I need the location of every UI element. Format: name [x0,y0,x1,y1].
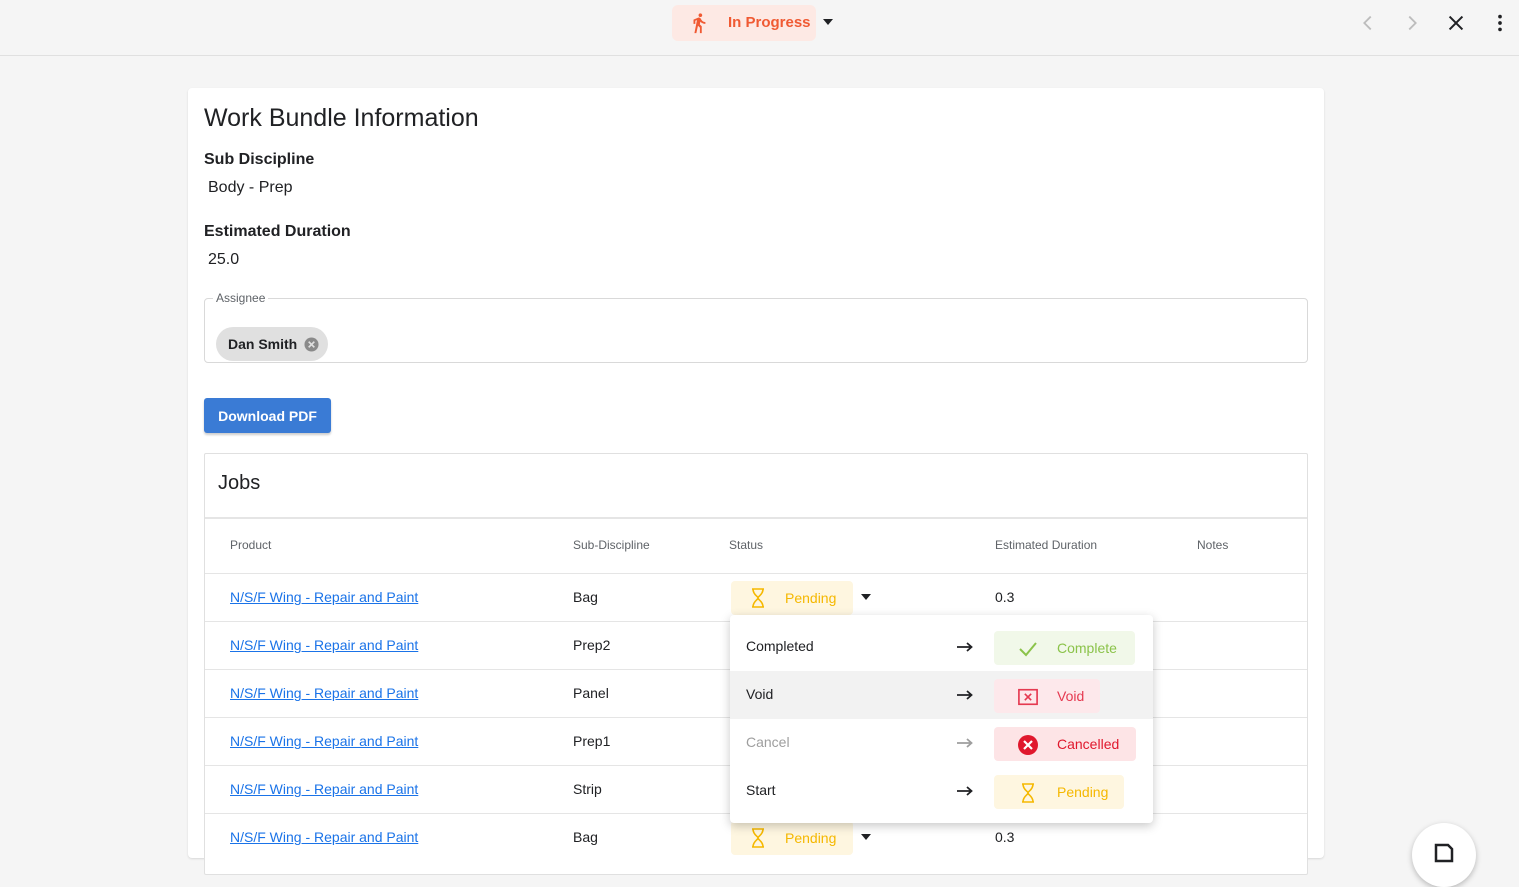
workflow-status-chip[interactable]: In Progress [672,5,816,41]
arrow-right-icon [957,786,973,796]
hourglass-icon [1022,783,1034,803]
product-link[interactable]: N/S/F Wing - Repair and Paint [230,685,418,701]
status-chip-pending[interactable]: Pending [731,581,853,615]
check-icon [1019,642,1037,657]
status-dropdown-icon[interactable] [859,590,873,604]
chevron-left-icon[interactable] [1357,12,1379,34]
target-status-chip: Pending [994,775,1124,809]
chevron-right-icon[interactable] [1401,12,1423,34]
jobs-divider [205,517,1307,519]
product-link[interactable]: N/S/F Wing - Repair and Paint [230,637,418,653]
running-person-icon [693,13,706,34]
arrow-right-icon [957,738,973,748]
hourglass-icon [752,588,764,608]
sub-discipline-cell: Bag [573,589,598,605]
estimated-duration-label: Estimated Duration [204,223,351,240]
sub-discipline-cell: Bag [573,829,598,845]
menu-action-label: Cancel [746,734,790,750]
jobs-title: Jobs [218,472,261,494]
void-box-icon [1018,688,1038,706]
menu-item-completed[interactable]: Completed Complete [730,623,1153,671]
menu-action-label: Completed [746,638,814,654]
target-status-label: Complete [1057,640,1117,656]
menu-item-cancel[interactable]: Cancel Cancelled [730,719,1153,767]
more-vert-icon[interactable] [1489,12,1511,34]
assignee-field[interactable]: Assignee Dan Smith [204,291,1308,363]
assignee-legend: Assignee [216,291,266,305]
target-status-label: Cancelled [1057,736,1120,752]
status-chip-pending[interactable]: Pending [731,821,853,855]
target-status-label: Void [1057,688,1085,704]
status-label: Pending [785,830,837,846]
target-status-chip: Cancelled [994,727,1136,761]
target-status-label: Pending [1057,784,1109,800]
sub-discipline-cell: Strip [573,781,602,797]
download-pdf-button[interactable]: Download PDF [204,398,331,433]
sub-discipline-value: Body - Prep [208,179,293,196]
col-header-product[interactable]: Product [230,538,271,552]
product-link[interactable]: N/S/F Wing - Repair and Paint [230,589,418,605]
sub-discipline-cell: Panel [573,685,609,701]
workflow-status-label: In Progress [728,14,811,31]
edit-document-icon [1434,843,1454,863]
menu-item-void[interactable]: Void Void [730,671,1153,719]
status-label: Pending [785,590,837,606]
duration-cell: 0.3 [995,589,1015,605]
status-dropdown-icon[interactable] [820,14,836,30]
product-link[interactable]: N/S/F Wing - Repair and Paint [230,733,418,749]
product-link[interactable]: N/S/F Wing - Repair and Paint [230,829,418,845]
col-header-notes[interactable]: Notes [1197,538,1228,552]
target-status-chip: Void [994,679,1100,713]
arrow-right-icon [957,642,973,652]
page-title: Work Bundle Information [204,104,479,132]
floating-action-button[interactable] [1412,823,1476,887]
sub-discipline-cell: Prep2 [573,637,611,653]
cancel-circle-icon [1018,735,1038,755]
menu-item-start[interactable]: Start Pending [730,767,1153,815]
assignee-chip[interactable]: Dan Smith [216,327,328,361]
hourglass-icon [752,828,764,848]
col-header-status[interactable]: Status [729,538,763,552]
status-dropdown-icon[interactable] [859,830,873,844]
menu-action-label: Void [746,686,774,702]
menu-action-label: Start [746,782,776,798]
target-status-chip: Complete [994,631,1135,665]
sub-discipline-cell: Prep1 [573,733,611,749]
status-transition-menu: Completed Complete Void Void Cancel Canc… [730,615,1153,823]
close-icon[interactable] [1445,12,1467,34]
col-header-estimated-duration[interactable]: Estimated Duration [995,538,1097,552]
sub-discipline-label: Sub Discipline [204,151,315,168]
col-header-sub-discipline[interactable]: Sub-Discipline [573,538,650,552]
estimated-duration-value: 25.0 [208,251,240,268]
top-bar: In Progress [0,0,1519,56]
remove-assignee-icon[interactable] [304,337,319,352]
product-link[interactable]: N/S/F Wing - Repair and Paint [230,781,418,797]
assignee-name: Dan Smith [228,336,298,352]
duration-cell: 0.3 [995,829,1015,845]
arrow-right-icon [957,690,973,700]
